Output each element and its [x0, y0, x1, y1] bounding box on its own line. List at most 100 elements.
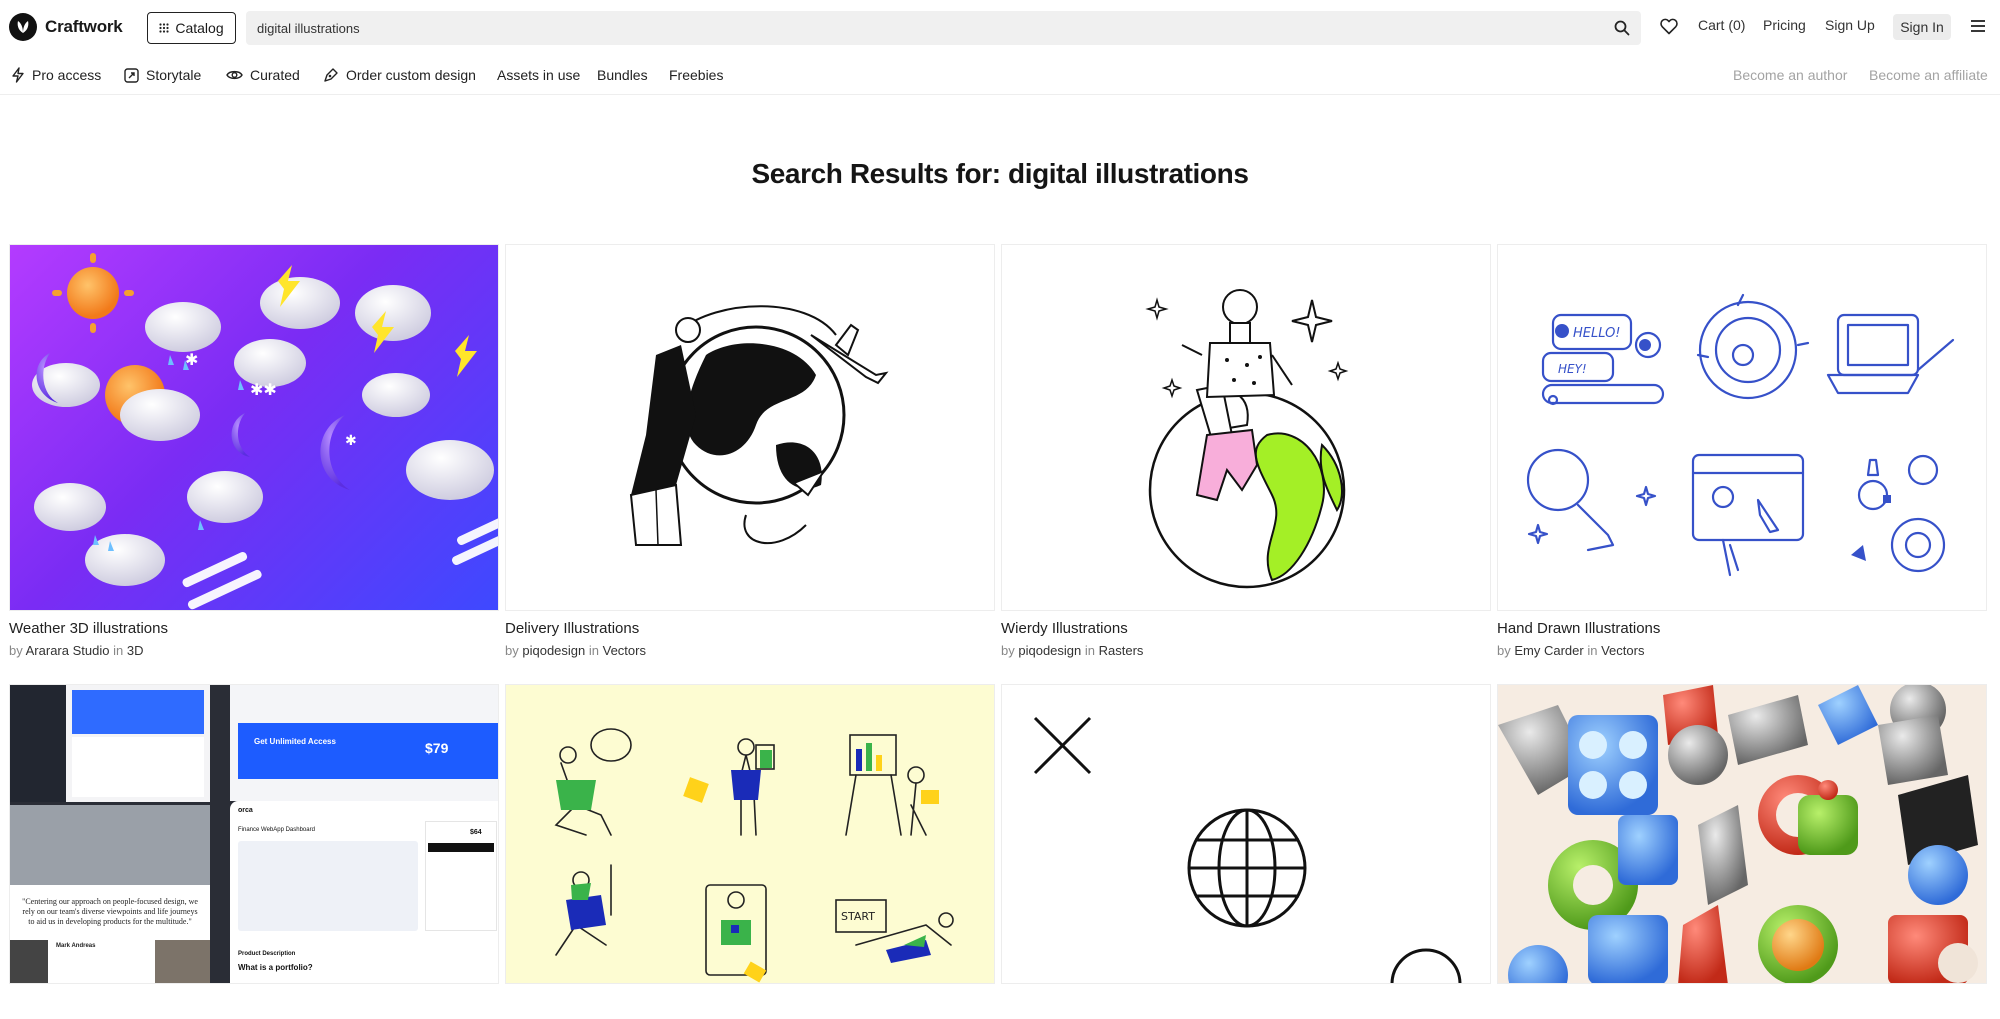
nav-assets-in-use[interactable]: Assets in use	[497, 67, 580, 83]
nav-freebies[interactable]: Freebies	[669, 67, 723, 83]
pricing-preview: Get Unlimited Access $79	[230, 685, 498, 801]
in-label: in	[1587, 643, 1598, 658]
line-icons-illustration	[1033, 716, 1462, 983]
top-bar: Craftwork Catalog Cart (0) Pricing Sign …	[0, 0, 2000, 55]
category-link[interactable]: Vectors	[603, 643, 646, 658]
nav-label: Bundles	[597, 67, 648, 83]
nav-bundles[interactable]: Bundles	[597, 67, 648, 83]
nav-label: Curated	[250, 67, 300, 83]
portfolio-preview: "Centering our approach on people-focuse…	[10, 805, 210, 983]
nav-order-custom-design[interactable]: Order custom design	[323, 67, 476, 83]
author-link[interactable]: piqodesign	[522, 643, 585, 658]
grid-icon	[159, 23, 169, 33]
bolt-icon	[12, 67, 24, 83]
product-title[interactable]: Weather 3D illustrations	[9, 620, 499, 637]
product-thumbnail[interactable]	[1001, 244, 1491, 611]
logo-text: Craftwork	[45, 17, 123, 36]
product-meta: by Ararara Studio in 3D	[9, 643, 499, 658]
craftwork-logo-icon	[9, 13, 37, 41]
product-meta: by piqodesign in Vectors	[505, 643, 995, 658]
by-label: by	[1001, 643, 1015, 658]
product-card[interactable]: HELLO! HEY! Hand Drawn Illustrations by …	[1497, 244, 1987, 658]
product-meta: by Emy Carder in Vectors	[1497, 643, 1987, 658]
catalog-button[interactable]: Catalog	[147, 12, 236, 44]
product-thumbnail[interactable]: HELLO! HEY!	[1497, 244, 1987, 611]
nav-label: Freebies	[669, 67, 724, 83]
by-label: by	[505, 643, 519, 658]
people-illustrations: START	[554, 728, 954, 983]
nav-label: Order custom design	[346, 67, 476, 83]
preview-panel	[10, 685, 210, 802]
search-results-title: Search Results for: digital illustration…	[751, 158, 1249, 189]
category-link[interactable]: 3D	[127, 643, 144, 658]
catalog-label: Catalog	[175, 20, 224, 36]
product-meta: by piqodesign in Rasters	[1001, 643, 1491, 658]
heart-icon[interactable]	[1660, 18, 1678, 35]
become-author-link[interactable]: Become an author	[1733, 67, 1847, 83]
hamburger-menu-icon[interactable]	[1970, 19, 1986, 33]
weather-illustration: ✱ ✱✱ ✱	[32, 253, 498, 610]
svg-text:HELLO!: HELLO!	[1573, 326, 1621, 341]
become-affiliate-link[interactable]: Become an affiliate	[1869, 67, 1988, 83]
product-thumbnail[interactable]	[1497, 684, 1987, 984]
svg-text:✱✱: ✱✱	[250, 380, 277, 399]
sign-up-link[interactable]: Sign Up	[1825, 17, 1875, 33]
svg-text:HEY!: HEY!	[1558, 362, 1587, 376]
category-link[interactable]: Rasters	[1099, 643, 1144, 658]
product-card[interactable]: "Centering our approach on people-focuse…	[9, 684, 499, 984]
portfolio-person: Mark Andreas	[56, 943, 96, 949]
dashboard-banner: Get Unlimited Access	[254, 737, 336, 746]
product-thumbnail[interactable]: "Centering our approach on people-focuse…	[9, 684, 499, 984]
storytale-icon	[124, 67, 139, 83]
in-label: in	[1084, 643, 1095, 658]
in-label: in	[113, 643, 124, 658]
product-title[interactable]: Delivery Illustrations	[505, 620, 995, 637]
portfolio-quote: "Centering our approach on people-focuse…	[22, 897, 198, 926]
start-label: START	[841, 910, 875, 923]
search-input[interactable]	[246, 11, 1641, 45]
dashboard-desc-label: Product Description	[238, 951, 296, 957]
product-card[interactable]: ✱ ✱✱ ✱ Weather 3D illustrations by Arara…	[9, 244, 499, 658]
search-box[interactable]	[246, 11, 1641, 45]
wierdy-illustration	[1145, 289, 1349, 589]
author-link[interactable]: Emy Carder	[1514, 643, 1583, 658]
product-title[interactable]: Hand Drawn Illustrations	[1497, 620, 1987, 637]
dashboard-question: What is a portfolio?	[238, 963, 313, 972]
search-icon[interactable]	[1614, 20, 1630, 36]
product-thumbnail[interactable]	[505, 244, 995, 611]
svg-text:✱: ✱	[185, 350, 198, 369]
dashboard-preview: orca Finance WebApp Dashboard $64 Produc…	[230, 801, 498, 983]
in-label: in	[588, 643, 599, 658]
nav-label: Assets in use	[497, 67, 581, 83]
author-link[interactable]: piqodesign	[1018, 643, 1081, 658]
product-card[interactable]: START	[505, 684, 995, 984]
by-label: by	[1497, 643, 1511, 658]
nav-label: Storytale	[146, 67, 202, 83]
nav-storytale[interactable]: Storytale	[124, 67, 201, 83]
nav-pro-access[interactable]: Pro access	[11, 67, 101, 83]
product-thumbnail[interactable]: START	[505, 684, 995, 984]
category-link[interactable]: Vectors	[1601, 643, 1644, 658]
product-title[interactable]: Wierdy Illustrations	[1001, 620, 1491, 637]
product-card[interactable]: Wierdy Illustrations by piqodesign in Ra…	[1001, 244, 1491, 658]
product-card[interactable]	[1497, 684, 1987, 984]
by-label: by	[9, 643, 23, 658]
sub-navigation: Pro access Storytale Curated Order custo…	[0, 55, 2000, 95]
product-thumbnail[interactable]	[1001, 684, 1491, 984]
sign-in-button[interactable]: Sign In	[1893, 14, 1951, 40]
nav-curated[interactable]: Curated	[226, 67, 300, 83]
dashboard-price: $79	[425, 740, 449, 756]
product-thumbnail[interactable]: ✱ ✱✱ ✱	[9, 244, 499, 611]
pen-icon	[324, 68, 338, 82]
logo[interactable]: Craftwork	[9, 13, 123, 41]
product-card[interactable]	[1001, 684, 1491, 984]
3d-objects-illustration	[1498, 685, 1978, 983]
delivery-illustration	[629, 305, 889, 546]
pricing-link[interactable]: Pricing	[1763, 17, 1806, 33]
cart-link[interactable]: Cart (0)	[1698, 17, 1745, 33]
dashboard-logo: orca	[238, 807, 253, 814]
product-card[interactable]: Delivery Illustrations by piqodesign in …	[505, 244, 995, 658]
author-link[interactable]: Ararara Studio	[26, 643, 110, 658]
hand-drawn-illustration: HELLO! HEY!	[1526, 293, 1955, 577]
dashboard-side-price: $64	[470, 829, 482, 836]
